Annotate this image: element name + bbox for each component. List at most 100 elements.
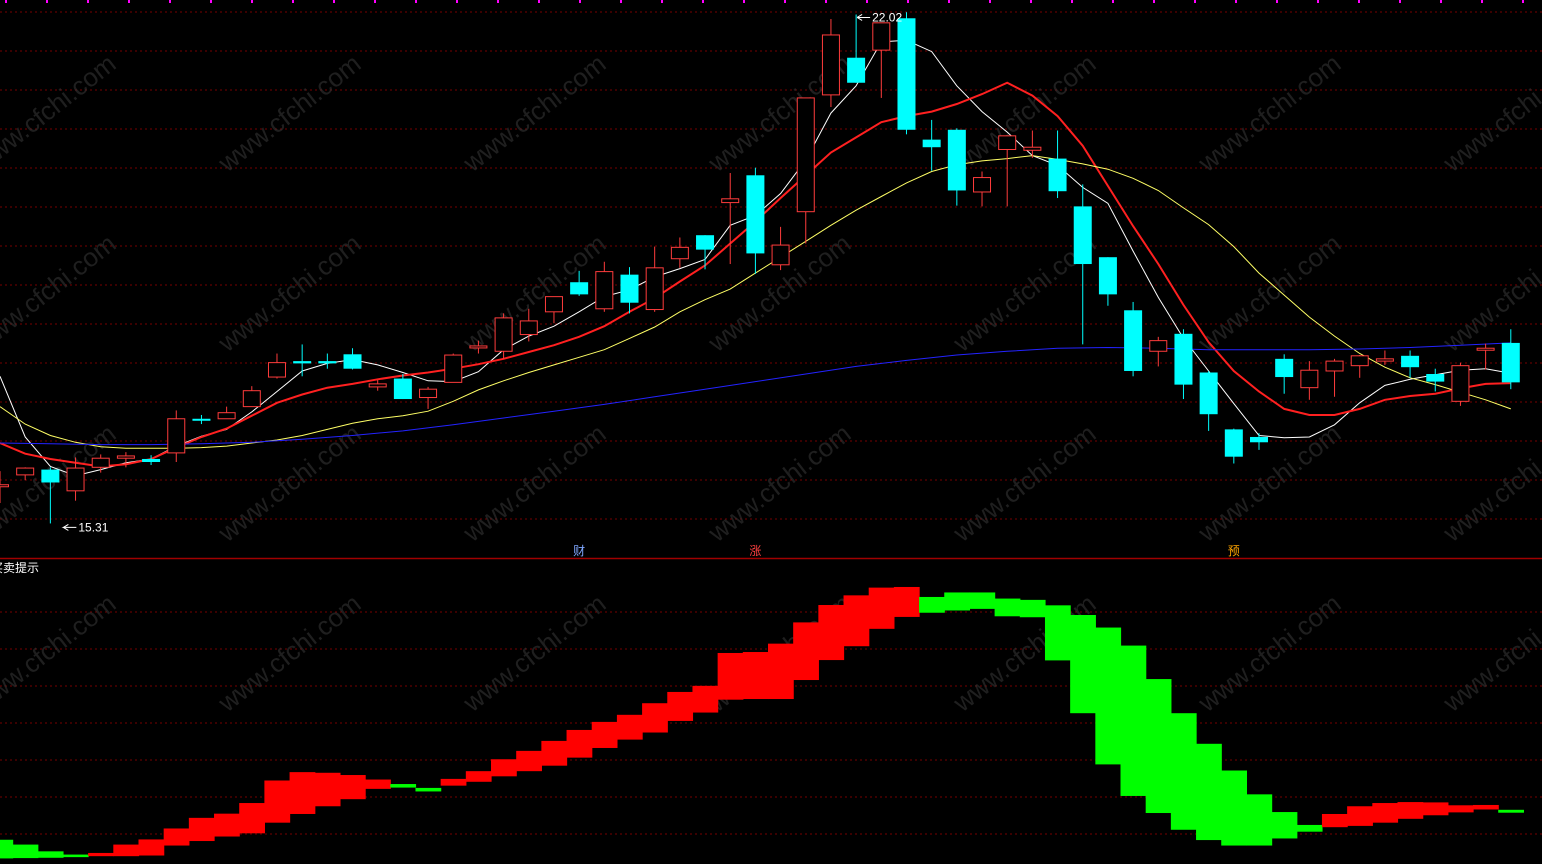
ribbon-segment — [843, 595, 870, 647]
candle-body-down — [1501, 342, 1520, 383]
top-tick — [210, 0, 212, 3]
candle-body-up — [469, 345, 488, 349]
candle-body-down — [1174, 333, 1193, 385]
ribbon-segment — [214, 813, 240, 837]
high-arrow — [856, 14, 871, 21]
ribbon-segment — [1296, 824, 1323, 832]
watermark-text: www.cfchi.com — [1192, 588, 1347, 718]
ribbon-segment — [1221, 770, 1248, 846]
candle-body-down — [1048, 158, 1067, 192]
top-tick — [1112, 0, 1114, 3]
top-tick — [1481, 0, 1483, 3]
top-tick — [948, 0, 950, 3]
top-tick — [1399, 0, 1401, 3]
watermark-text: www.cfchi.com — [212, 228, 367, 358]
ribbon-segment — [667, 691, 694, 721]
watermark-text: www.cfchi.com — [1192, 418, 1347, 548]
event-marker: 财 — [573, 544, 585, 558]
top-tick — [989, 0, 991, 3]
watermark-text: www.cfchi.com — [457, 418, 612, 548]
candle-body-down — [746, 175, 765, 254]
ribbon-segment — [491, 759, 517, 777]
top-tick — [661, 0, 663, 3]
candle-body-down — [1250, 436, 1268, 443]
top-tick — [1522, 0, 1524, 3]
ribbon-segment — [642, 703, 668, 733]
candle-body-up — [670, 246, 689, 260]
candle-body-up — [167, 418, 186, 454]
ribbon-segment — [62, 854, 89, 858]
candle-body-up — [444, 354, 463, 383]
watermark-text: www.cfchi.com — [947, 418, 1102, 548]
candle-body-down — [41, 469, 60, 483]
candle-body-down — [1401, 355, 1420, 368]
candle-body-down — [1224, 429, 1243, 457]
ribbon-segment — [692, 685, 719, 713]
top-tick — [1194, 0, 1196, 3]
top-tick — [1358, 0, 1360, 3]
candlestick-chart: www.cfchi.com www.cfchi.com www.cfchi.com w… — [0, 0, 1542, 859]
ribbon-segment — [616, 714, 643, 740]
candle-body-up — [796, 97, 815, 213]
top-tick — [128, 0, 130, 3]
candle-body-up — [998, 135, 1017, 150]
ribbon-segment — [1498, 809, 1524, 813]
ribbon-segment — [239, 803, 265, 834]
candle-body-up — [16, 467, 35, 476]
top-tick — [292, 0, 294, 3]
top-tick — [46, 0, 48, 3]
top-tick — [1317, 0, 1319, 3]
top-tick — [1440, 0, 1442, 3]
candle-body-up — [267, 362, 286, 378]
ribbon-segment — [944, 592, 971, 611]
ribbon-segment — [1447, 805, 1474, 813]
candle-body-down — [343, 354, 362, 369]
top-tick — [1153, 0, 1155, 3]
candle-body-up — [1325, 360, 1344, 372]
ribbon-segment — [994, 598, 1021, 617]
ribbon-segment — [1120, 645, 1147, 796]
top-tick — [333, 0, 335, 3]
candle-body-up — [0, 484, 9, 488]
ribbon-segment — [1044, 605, 1071, 661]
top-tick — [87, 0, 89, 3]
candle-body-up — [494, 317, 513, 352]
candle-body-up — [66, 467, 85, 492]
candle-body-down — [142, 458, 161, 462]
ribbon-segment — [893, 586, 920, 617]
top-tick — [497, 0, 499, 3]
ribbon-segment — [465, 771, 492, 782]
candle-body-down — [947, 129, 966, 191]
candle-body-down — [897, 18, 916, 130]
top-tick — [825, 0, 827, 3]
ribbon-segment — [793, 622, 819, 681]
ribbon-segment — [1347, 806, 1373, 826]
top-tick — [743, 0, 745, 3]
candle-body-down — [1426, 374, 1445, 382]
top-tick — [456, 0, 458, 3]
top-tick — [907, 0, 909, 3]
ribbon-segment — [1422, 802, 1449, 816]
high-price-label: 22.02 — [872, 10, 902, 24]
watermark-text: www.cfchi.com — [457, 48, 612, 178]
ribbon-segment — [163, 828, 190, 846]
candle-body-up — [1476, 347, 1495, 351]
top-tick — [1071, 0, 1073, 3]
ribbon-segment — [1145, 679, 1172, 814]
candle-body-down — [1275, 358, 1294, 378]
candle-body-up — [519, 320, 538, 336]
top-tick — [784, 0, 786, 3]
candle-body-down — [192, 418, 211, 421]
candle-body-up — [1023, 146, 1042, 151]
candle-body-up — [419, 388, 438, 399]
ribbon-segment — [717, 652, 744, 700]
top-tick — [1030, 0, 1032, 3]
candle-body-up — [217, 412, 236, 420]
ribbon-segment — [314, 772, 341, 807]
candle-body-down — [1098, 257, 1117, 295]
candle-body-down — [922, 139, 941, 148]
candle-body-down — [1073, 206, 1092, 265]
ribbon-segment — [1095, 627, 1122, 765]
ribbon-segment — [1321, 813, 1348, 828]
top-tick — [702, 0, 704, 3]
